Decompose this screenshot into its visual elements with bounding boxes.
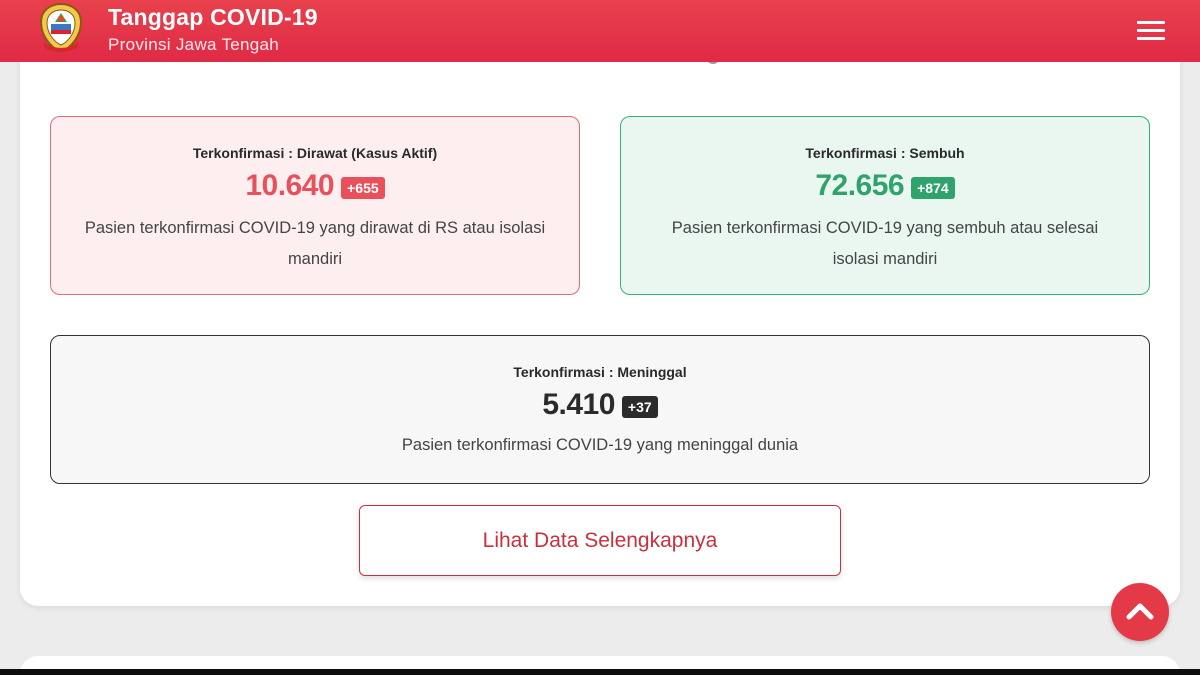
- active-cases-delta-badge: +655: [341, 177, 385, 199]
- bottom-edge-bar: [0, 669, 1200, 675]
- death-cases-card: Terkonfirmasi : Meninggal 5.410 +37 Pasi…: [50, 335, 1150, 484]
- app-header: Tanggap COVID-19 Provinsi Jawa Tengah: [0, 0, 1200, 62]
- hamburger-menu-icon[interactable]: [1132, 16, 1172, 46]
- jawa-tengah-emblem-icon: [37, 2, 85, 54]
- active-cases-description: Pasien terkonfirmasi COVID-19 yang diraw…: [84, 219, 546, 268]
- page: Tanggap COVID-19 Provinsi Jawa Tengah Te…: [0, 0, 1200, 675]
- active-cases-value-row: 10.640 +655: [51, 169, 579, 203]
- recovered-cases-value: 72.656: [815, 169, 905, 202]
- recovered-cases-delta-badge: +874: [911, 177, 955, 199]
- recovered-cases-value-row: 72.656 +874: [621, 169, 1149, 203]
- app-title: Tanggap COVID-19: [108, 4, 318, 30]
- active-cases-value: 10.640: [245, 169, 335, 202]
- chevron-up-icon: [1126, 603, 1154, 620]
- recovered-cases-description: Pasien terkonfirmasi COVID-19 yang sembu…: [671, 219, 1099, 268]
- death-cases-description: Pasien terkonfirmasi COVID-19 yang menin…: [401, 436, 799, 454]
- death-cases-value: 5.410: [542, 388, 615, 421]
- death-cases-value-row: 5.410 +37: [51, 388, 1149, 422]
- active-cases-card: Terkonfirmasi : Dirawat (Kasus Aktif) 10…: [50, 116, 580, 295]
- death-cases-label: Terkonfirmasi : Meninggal: [513, 364, 687, 380]
- death-cases-delta-badge: +37: [621, 396, 658, 418]
- scroll-to-top-button[interactable]: [1111, 583, 1169, 641]
- recovered-cases-label: Terkonfirmasi : Sembuh: [805, 145, 965, 161]
- recovered-cases-card: Terkonfirmasi : Sembuh 72.656 +874 Pasie…: [620, 116, 1150, 295]
- view-more-data-button[interactable]: Lihat Data Selengkapnya: [359, 505, 841, 576]
- active-cases-label: Terkonfirmasi : Dirawat (Kasus Aktif): [192, 145, 438, 161]
- app-subtitle: Provinsi Jawa Tengah: [108, 35, 280, 54]
